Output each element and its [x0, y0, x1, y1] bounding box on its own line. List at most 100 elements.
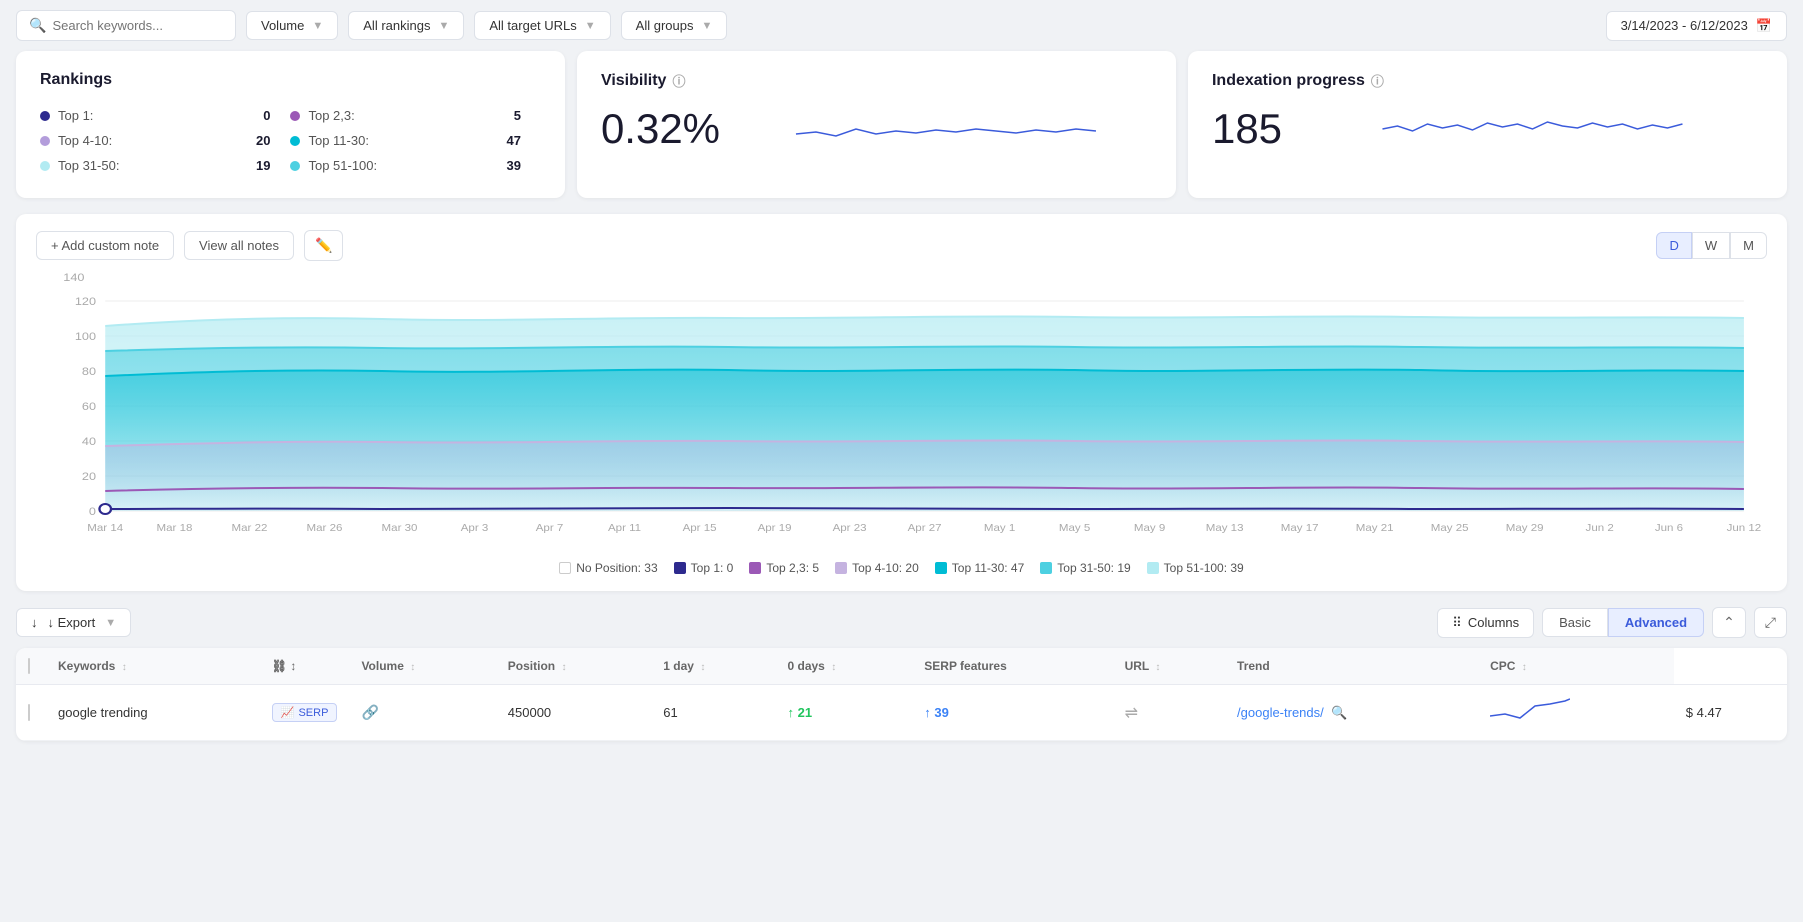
export-icon: ↓	[31, 615, 38, 630]
search-input[interactable]	[52, 18, 223, 33]
bottom-section: ↓ ↓ Export ▼ ⠿ Columns Basic Advanced ⌃ …	[16, 607, 1787, 741]
period-week-button[interactable]: W	[1692, 232, 1730, 259]
visibility-inner: 0.32%	[601, 104, 1152, 154]
url-link[interactable]: /google-trends/	[1237, 705, 1324, 720]
collapse-button[interactable]: ⌃	[1712, 607, 1746, 638]
ranking-item-top11-30: Top 11-30: 47	[290, 128, 540, 153]
cpc-cell: $ 4.47	[1674, 685, 1787, 741]
info-icon[interactable]: ⓘ	[1371, 71, 1384, 90]
indexation-sparkline	[1302, 104, 1763, 154]
dot-top2-3	[290, 111, 300, 121]
visibility-card: Visibility ⓘ 0.32%	[577, 51, 1176, 198]
period-day-button[interactable]: D	[1656, 232, 1691, 259]
period-buttons: D W M	[1656, 232, 1767, 259]
serp-badge-cell: 📈 SERP	[260, 685, 350, 741]
date-range-picker[interactable]: 3/14/2023 - 6/12/2023 📅	[1606, 11, 1787, 41]
svg-text:100: 100	[75, 330, 97, 343]
basic-advanced-tabs: Basic Advanced	[1542, 608, 1704, 637]
ranking-item-top4-10: Top 4-10: 20	[40, 128, 290, 153]
basic-tab-button[interactable]: Basic	[1542, 608, 1608, 637]
legend-color-top4-10	[835, 562, 847, 574]
svg-text:Mar 26: Mar 26	[307, 523, 343, 534]
volume-cell: 450000	[496, 685, 652, 741]
keywords-table-container: Keywords ↕ ⛓ ↕ Volume ↕ Position ↕ 1 day…	[16, 648, 1787, 741]
th-0days[interactable]: 0 days ↕	[776, 648, 913, 685]
volume-dropdown[interactable]: Volume ▼	[246, 11, 338, 40]
search-box[interactable]: 🔍	[16, 10, 236, 41]
edit-icon-button[interactable]: ✏️	[304, 230, 343, 261]
columns-button[interactable]: ⠿ Columns	[1437, 608, 1534, 638]
expand-button[interactable]: ⤢	[1754, 607, 1787, 638]
cards-row: Rankings Top 1: 0 Top 4-10: 20	[16, 51, 1787, 198]
svg-text:May 17: May 17	[1281, 523, 1319, 534]
th-position[interactable]: Position ↕	[496, 648, 652, 685]
urls-dropdown[interactable]: All target URLs ▼	[474, 11, 610, 40]
calendar-icon: 📅	[1756, 18, 1772, 34]
svg-text:60: 60	[82, 400, 97, 413]
legend-no-position: No Position: 33	[559, 561, 657, 575]
legend-color-top31-50	[1040, 562, 1052, 574]
pencil-icon: ✏️	[315, 237, 332, 253]
groups-dropdown[interactable]: All groups ▼	[621, 11, 728, 40]
info-icon[interactable]: ⓘ	[672, 71, 685, 90]
exchange-icon: ⇌	[1125, 705, 1138, 722]
th-link: ⛓ ↕	[260, 648, 350, 685]
svg-text:140: 140	[63, 271, 85, 284]
visibility-title: Visibility ⓘ	[601, 71, 1152, 90]
svg-text:Apr 15: Apr 15	[683, 523, 717, 534]
search-url-icon[interactable]: 🔍	[1331, 705, 1347, 720]
legend-top1: Top 1: 0	[674, 561, 734, 575]
svg-text:May 25: May 25	[1431, 523, 1469, 534]
trend-sparkline	[1490, 696, 1570, 726]
chevron-down-icon: ▼	[312, 20, 323, 32]
chart-toolbar: + Add custom note View all notes ✏️ D W …	[36, 230, 1767, 261]
table-header-row: Keywords ↕ ⛓ ↕ Volume ↕ Position ↕ 1 day…	[16, 648, 1787, 685]
th-url[interactable]: URL ↕	[1113, 648, 1225, 685]
dot-top11-30	[290, 136, 300, 146]
select-all-checkbox[interactable]	[28, 658, 30, 674]
legend-top11-30: Top 11-30: 47	[935, 561, 1025, 575]
svg-text:Apr 11: Apr 11	[608, 523, 641, 534]
svg-text:May 29: May 29	[1506, 523, 1544, 534]
main-chart-svg: 0 20 40 60 80 100 120 140	[36, 271, 1767, 551]
link-icon[interactable]: 🔗	[361, 704, 378, 720]
legend-checkbox-no-position[interactable]	[559, 562, 571, 574]
svg-text:20: 20	[82, 470, 97, 483]
serp-badge[interactable]: 📈 SERP	[272, 703, 338, 722]
ranking-item-top51-100: Top 51-100: 39	[290, 153, 540, 178]
legend-top23: Top 2,3: 5	[749, 561, 819, 575]
row-checkbox[interactable]	[28, 704, 30, 721]
th-cpc[interactable]: CPC ↕	[1478, 648, 1674, 685]
advanced-tab-button[interactable]: Advanced	[1608, 608, 1704, 637]
table-row: google trending 📈 SERP 🔗 450000 6	[16, 685, 1787, 741]
svg-text:May 5: May 5	[1059, 523, 1090, 534]
rankings-dropdown[interactable]: All rankings ▼	[348, 11, 464, 40]
svg-text:Apr 3: Apr 3	[461, 523, 489, 534]
legend-top31-50: Top 31-50: 19	[1040, 561, 1130, 575]
export-button[interactable]: ↓ ↓ Export ▼	[16, 608, 131, 637]
svg-text:Mar 14: Mar 14	[87, 523, 123, 534]
svg-text:May 9: May 9	[1134, 523, 1165, 534]
view-all-notes-button[interactable]: View all notes	[184, 231, 294, 260]
svg-text:Apr 27: Apr 27	[908, 523, 942, 534]
legend-color-top23	[749, 562, 761, 574]
ranking-item-top2-3: Top 2,3: 5	[290, 103, 540, 128]
0days-cell: ↑ 39	[912, 685, 1112, 741]
th-1day[interactable]: 1 day ↕	[651, 648, 775, 685]
dot-top4-10	[40, 136, 50, 146]
add-custom-note-button[interactable]: + Add custom note	[36, 231, 174, 260]
svg-text:Mar 18: Mar 18	[157, 523, 193, 534]
chevron-down-icon: ▼	[701, 20, 712, 32]
th-volume[interactable]: Volume ↕	[349, 648, 495, 685]
trend-cell	[1478, 685, 1674, 741]
ranking-item-top31-50: Top 31-50: 19	[40, 153, 290, 178]
main-content: Rankings Top 1: 0 Top 4-10: 20	[0, 51, 1803, 757]
link-icon-cell: 🔗	[349, 685, 495, 741]
svg-text:Jun 2: Jun 2	[1586, 523, 1614, 534]
legend-color-top1	[674, 562, 686, 574]
legend-color-top51-100	[1147, 562, 1159, 574]
period-month-button[interactable]: M	[1730, 232, 1767, 259]
th-keywords[interactable]: Keywords ↕	[46, 648, 260, 685]
indexation-card: Indexation progress ⓘ 185	[1188, 51, 1787, 198]
dot-top1	[40, 111, 50, 121]
